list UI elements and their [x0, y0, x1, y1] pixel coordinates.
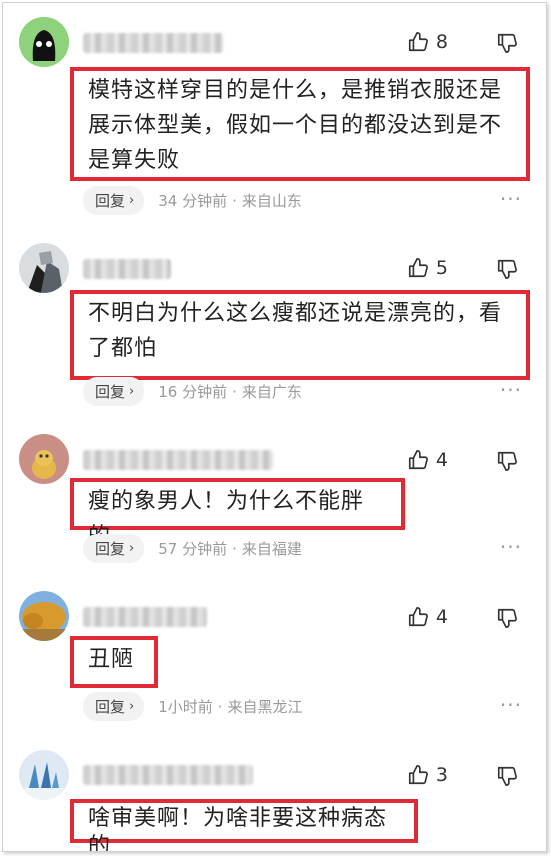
user-avatar[interactable]: [19, 750, 69, 800]
comment-location: 来自广东: [241, 383, 302, 401]
comment-text-highlighted: 瘦的象男人！为什么不能胖的。: [70, 478, 405, 549]
thumbs-up-icon: [408, 607, 428, 627]
like-count: 4: [435, 606, 448, 628]
separator-dot: ·: [232, 191, 237, 210]
username-blurred[interactable]: [83, 607, 207, 627]
reply-label: 回复: [95, 698, 126, 716]
like-button[interactable]: 4: [407, 606, 448, 628]
reply-button[interactable]: 回复 ›: [83, 534, 145, 563]
thumbs-down-icon: [497, 608, 517, 628]
username-blurred[interactable]: [83, 450, 273, 470]
reply-button[interactable]: 回复 ›: [83, 377, 145, 406]
like-count: 8: [435, 31, 448, 53]
thumbs-up-icon: [408, 32, 428, 52]
like-button[interactable]: 3: [407, 764, 448, 786]
autumn-tree-avatar-icon: [19, 591, 69, 641]
comment-meta: 回复 › 34 分钟前 · 来自山东: [83, 186, 302, 215]
thumbs-down-icon: [497, 451, 517, 471]
reply-button[interactable]: 回复 ›: [83, 186, 145, 215]
like-button[interactable]: 5: [407, 257, 448, 279]
like-count: 5: [435, 257, 448, 279]
dislike-button[interactable]: [496, 450, 518, 472]
comment-text-highlighted: 丑陋: [70, 636, 158, 688]
chevron-right-icon: ›: [129, 541, 135, 556]
thumbs-up-icon: [408, 258, 428, 278]
more-options-icon[interactable]: ···: [500, 535, 522, 559]
chevron-right-icon: ›: [129, 193, 135, 208]
user-avatar[interactable]: [19, 434, 69, 484]
winter-scene-avatar-icon: [19, 750, 69, 800]
like-count: 3: [435, 764, 448, 786]
comment-time: 16 分钟前: [158, 383, 228, 401]
username-blurred[interactable]: [83, 765, 253, 785]
like-button[interactable]: 8: [407, 31, 448, 53]
more-options-icon[interactable]: ···: [500, 693, 522, 717]
comment-time: 1小时前: [158, 698, 213, 716]
comment-text-highlighted: 模特这样穿目的是什么，是推销衣服还是展示体型美，假如一个目的都没达到是不是算失败: [70, 67, 530, 181]
user-avatar[interactable]: [19, 591, 69, 641]
comment-location: 来自黑龙江: [227, 698, 303, 716]
more-options-icon[interactable]: ···: [500, 187, 522, 211]
comment-text-highlighted: 啥审美啊！为啥非要这种病态的: [70, 799, 418, 851]
person-avatar-icon: [19, 243, 69, 293]
like-count: 4: [435, 449, 448, 471]
comment-meta: 回复 › 16 分钟前 · 来自广东: [83, 377, 302, 406]
dislike-button[interactable]: [496, 607, 518, 629]
comment-text-highlighted: 不明白为什么这么瘦都还说是漂亮的，看了都怕: [70, 290, 530, 380]
dislike-button[interactable]: [496, 32, 518, 54]
comment-time: 57 分钟前: [158, 540, 228, 558]
cartoon-avatar-icon: [19, 434, 69, 484]
thumbs-up-icon: [408, 450, 428, 470]
reply-label: 回复: [95, 192, 126, 210]
more-options-icon[interactable]: ···: [500, 378, 522, 402]
reply-button[interactable]: 回复 ›: [83, 692, 145, 721]
user-avatar[interactable]: [19, 17, 69, 67]
comment-meta: 回复 › 57 分钟前 · 来自福建: [83, 534, 302, 563]
username-blurred[interactable]: [83, 259, 171, 279]
black-blob-avatar-icon: [19, 17, 69, 67]
comment-location: 来自福建: [241, 540, 302, 558]
thumbs-up-icon: [408, 765, 428, 785]
dislike-button[interactable]: [496, 258, 518, 280]
comment-time: 34 分钟前: [158, 192, 228, 210]
comment-list: 8 模特这样穿目的是什么，是推销衣服还是展示体型美，假如一个目的都没达到是不是算…: [2, 2, 547, 852]
separator-dot: ·: [217, 697, 223, 716]
chevron-right-icon: ›: [129, 384, 135, 399]
reply-label: 回复: [95, 383, 126, 401]
user-avatar[interactable]: [19, 243, 69, 293]
dislike-button[interactable]: [496, 765, 518, 787]
thumbs-down-icon: [497, 33, 517, 53]
comment-location: 来自山东: [241, 192, 302, 210]
comment-meta: 回复 › 1小时前 · 来自黑龙江: [83, 692, 303, 721]
separator-dot: ·: [232, 539, 237, 558]
username-blurred[interactable]: [83, 33, 223, 53]
like-button[interactable]: 4: [407, 449, 448, 471]
reply-label: 回复: [95, 540, 126, 558]
thumbs-down-icon: [497, 766, 517, 786]
thumbs-down-icon: [497, 259, 517, 279]
separator-dot: ·: [232, 382, 237, 401]
chevron-right-icon: ›: [129, 699, 135, 714]
